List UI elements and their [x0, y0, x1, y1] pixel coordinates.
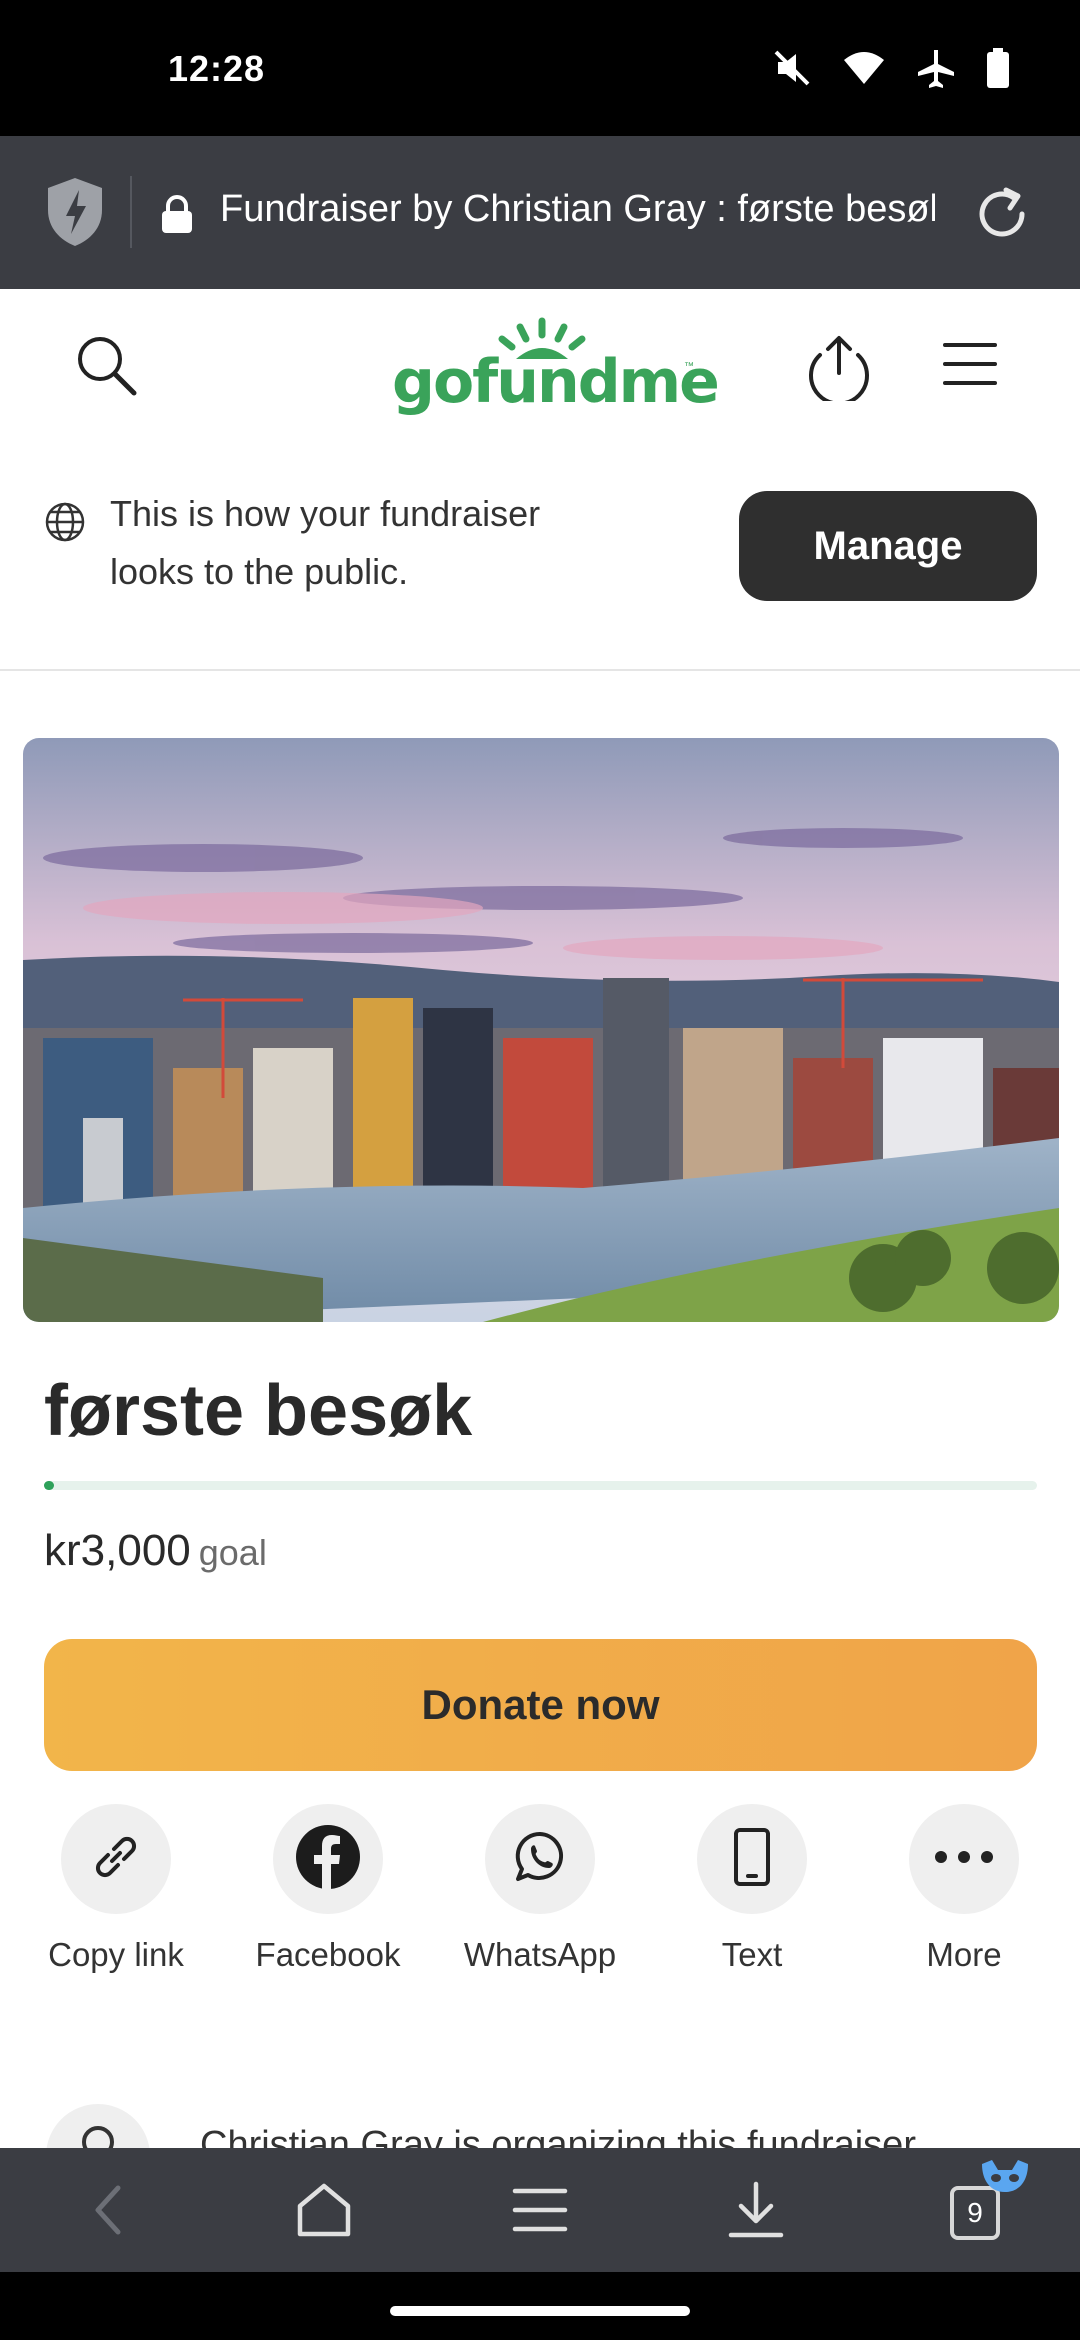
share-label: Text — [721, 1936, 783, 1973]
goal-amount: kr3,000 — [44, 1526, 191, 1575]
organizer-text: Christian Gray is organizing this fundra… — [200, 2124, 925, 2148]
share-label: Copy link — [48, 1936, 184, 1973]
person-icon — [82, 2126, 114, 2148]
private-mask-icon — [980, 2158, 1030, 2198]
fundraiser-title: første besøk — [44, 1371, 473, 1451]
home-icon — [297, 2183, 351, 2237]
menu-button[interactable] — [490, 2148, 590, 2272]
organizer-row: Christian Gray is organizing this fundra… — [0, 2100, 1080, 2148]
logo-text: gofundme — [392, 347, 720, 417]
notice-text: This is how your fundraiser looks to the… — [110, 493, 541, 592]
mute-icon — [772, 48, 812, 88]
gofundme-logo[interactable]: gofundme ™ — [392, 317, 720, 427]
downloads-button[interactable] — [706, 2148, 806, 2272]
back-icon — [95, 2185, 121, 2235]
battery-icon — [986, 48, 1010, 88]
progress-fill — [44, 1481, 54, 1490]
menu-lines-icon — [512, 2188, 568, 2232]
bar-divider — [130, 176, 132, 248]
share-upload-icon[interactable] — [806, 333, 872, 406]
status-time: 12:28 — [168, 48, 266, 89]
airplane-icon — [916, 48, 956, 88]
share-facebook[interactable]: Facebook — [228, 1804, 428, 1974]
share-copy-link[interactable]: Copy link — [16, 1804, 216, 1974]
logo-trademark: ™ — [684, 361, 694, 372]
home-button[interactable] — [274, 2148, 374, 2272]
phone-icon — [732, 1827, 772, 1892]
share-label: More — [926, 1936, 1002, 1973]
share-label: WhatsApp — [463, 1936, 617, 1973]
public-view-notice: This is how your fundraiser looks to the… — [0, 449, 1080, 671]
goal-summary: kr3,000 goal — [44, 1526, 267, 1576]
share-label: Facebook — [255, 1936, 401, 1973]
goal-label: goal — [198, 1532, 267, 1573]
search-icon[interactable] — [74, 333, 140, 399]
facebook-icon — [295, 1824, 361, 1895]
share-options: Copy link Facebook WhatsApp Text More — [0, 1804, 1080, 1984]
url-text[interactable]: Fundraiser by Christian Gray : første be… — [220, 188, 935, 231]
status-bar: 12:28 — [0, 0, 1080, 136]
browser-address-bar: Fundraiser by Christian Gray : første be… — [0, 136, 1080, 289]
lock-icon — [160, 194, 194, 234]
link-icon — [88, 1829, 144, 1890]
download-icon — [728, 2181, 784, 2238]
share-copy-link-button[interactable] — [61, 1804, 171, 1914]
wifi-icon — [842, 50, 886, 86]
share-text[interactable]: Text — [652, 1804, 852, 1974]
home-gesture-pill[interactable] — [390, 2306, 690, 2316]
share-facebook-button[interactable] — [273, 1804, 383, 1914]
shield-icon[interactable] — [44, 176, 106, 248]
reload-icon[interactable] — [970, 182, 1034, 246]
globe-icon — [44, 501, 86, 543]
share-more-button[interactable] — [909, 1804, 1019, 1914]
site-header: gofundme ™ — [0, 289, 1080, 449]
browser-bottom-nav: 9 — [0, 2148, 1080, 2272]
donate-now-button[interactable]: Donate now — [44, 1639, 1037, 1771]
whatsapp-icon — [512, 1829, 568, 1890]
manage-button[interactable]: Manage — [739, 491, 1037, 601]
share-whatsapp[interactable]: WhatsApp — [440, 1804, 640, 1974]
share-more[interactable]: More — [864, 1804, 1064, 1974]
hamburger-menu-icon[interactable] — [942, 341, 998, 387]
more-icon — [934, 1850, 994, 1869]
status-icons — [772, 48, 1010, 88]
avatar — [46, 2104, 150, 2148]
share-text-button[interactable] — [697, 1804, 807, 1914]
back-button[interactable] — [58, 2148, 158, 2272]
share-whatsapp-button[interactable] — [485, 1804, 595, 1914]
fundraiser-cover-image — [23, 738, 1059, 1322]
progress-bar — [44, 1481, 1037, 1490]
gesture-bar — [0, 2272, 1080, 2340]
